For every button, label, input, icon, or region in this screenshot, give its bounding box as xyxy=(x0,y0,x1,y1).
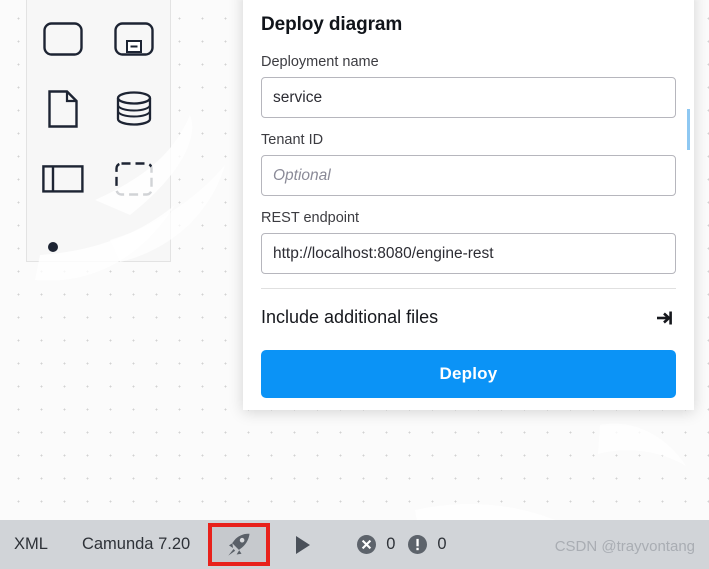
warning-counter[interactable]: 0 xyxy=(407,534,458,555)
rest-endpoint-input[interactable] xyxy=(261,233,676,274)
status-engine-selector[interactable]: Camunda 7.20 xyxy=(68,520,206,569)
database-cylinder-icon xyxy=(117,91,152,126)
dialog-title: Deploy diagram xyxy=(261,14,403,35)
palette-grid xyxy=(27,4,170,284)
field-tenant-id: Tenant ID xyxy=(261,132,676,196)
palette-item-group[interactable] xyxy=(99,144,171,214)
palette-item-data-object[interactable] xyxy=(27,74,99,144)
rounded-rectangle-icon xyxy=(43,22,83,56)
status-xml-label: XML xyxy=(14,535,48,553)
deploy-button[interactable]: Deploy xyxy=(261,350,676,398)
error-counter[interactable]: 0 xyxy=(356,534,407,555)
palette-item-data-store[interactable] xyxy=(99,74,171,144)
subprocess-icon xyxy=(114,22,154,56)
camunda-modeler-window: Deploy diagram Deployment name Tenant ID… xyxy=(0,0,709,569)
palette-row xyxy=(27,4,170,74)
document-icon xyxy=(48,90,78,128)
bpmn-palette[interactable] xyxy=(26,0,171,262)
field-rest-endpoint: REST endpoint xyxy=(261,210,676,274)
rest-endpoint-label: REST endpoint xyxy=(261,210,360,226)
tenant-id-label: Tenant ID xyxy=(261,132,324,148)
warning-count: 0 xyxy=(437,535,447,553)
field-deployment-name: Deployment name xyxy=(261,54,676,118)
dashed-rectangle-icon xyxy=(115,162,153,196)
deploy-rocket-button[interactable] xyxy=(208,523,271,566)
deployment-name-input[interactable] xyxy=(261,77,676,118)
input-focus-indicator xyxy=(687,109,690,150)
problem-counters: 0 0 xyxy=(326,534,458,555)
pool-icon xyxy=(41,165,84,193)
error-circle-icon xyxy=(357,535,377,554)
dot-icon xyxy=(48,241,58,252)
status-engine-label: Camunda 7.20 xyxy=(81,535,191,553)
expand-arrow-icon[interactable] xyxy=(656,309,674,327)
include-additional-files-section[interactable]: Include additional files xyxy=(261,289,676,350)
palette-item-subprocess[interactable] xyxy=(99,4,171,74)
run-button[interactable] xyxy=(272,520,326,569)
deploy-diagram-dialog: Deploy diagram Deployment name Tenant ID… xyxy=(243,0,694,410)
error-count: 0 xyxy=(386,535,396,553)
watermark-text: CSDN @trayvontang xyxy=(554,538,695,555)
deployment-name-label: Deployment name xyxy=(261,54,379,70)
include-additional-files-label: Include additional files xyxy=(261,307,439,327)
palette-item-create-dot[interactable] xyxy=(47,240,61,259)
palette-item-task[interactable] xyxy=(27,4,99,74)
warning-circle-icon xyxy=(408,535,428,554)
tenant-id-input[interactable] xyxy=(261,155,676,196)
palette-row xyxy=(27,74,170,144)
status-xml-button[interactable]: XML xyxy=(0,520,68,569)
palette-item-participant[interactable] xyxy=(27,144,99,214)
play-icon xyxy=(296,535,311,554)
rocket-icon xyxy=(228,533,250,556)
palette-row xyxy=(27,214,170,284)
palette-row xyxy=(27,144,170,214)
